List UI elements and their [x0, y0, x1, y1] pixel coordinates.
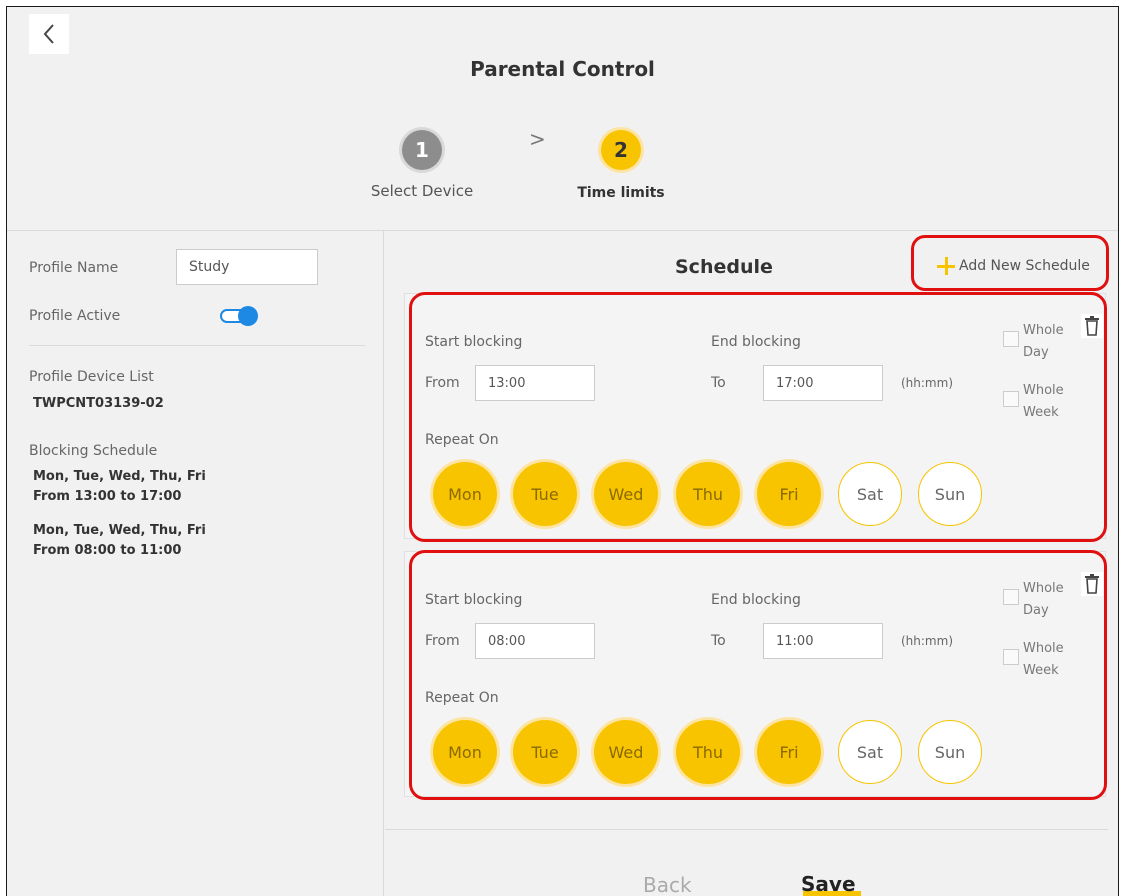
profile-name-input[interactable]: [176, 249, 318, 285]
whole-day-checkbox[interactable]: [1003, 331, 1019, 347]
day-mon[interactable]: Mon: [433, 720, 497, 784]
day-sun[interactable]: Sun: [918, 462, 982, 526]
footer-divider: [385, 829, 1108, 830]
time-format-hint: (hh:mm): [901, 376, 953, 390]
day-sat[interactable]: Sat: [838, 720, 902, 784]
repeat-on-label: Repeat On: [425, 690, 499, 706]
start-time-input[interactable]: [475, 365, 595, 401]
left-divider: [29, 345, 365, 346]
profile-active-label: Profile Active: [29, 308, 121, 324]
step-number: 2: [601, 130, 641, 170]
step-select-device: 1 Select Device: [352, 130, 492, 200]
blocking-schedule-label: Blocking Schedule: [29, 443, 158, 459]
day-tue[interactable]: Tue: [513, 720, 577, 784]
repeat-on-label: Repeat On: [425, 432, 499, 448]
chevron-left-icon: [43, 24, 54, 44]
whole-week-checkbox[interactable]: [1003, 649, 1019, 665]
end-time-input[interactable]: [763, 623, 883, 659]
day-wed[interactable]: Wed: [594, 720, 658, 784]
page-frame: Parental Control 1 Select Device > 2 Tim…: [6, 6, 1119, 896]
whole-week-label: Whole Week: [1023, 383, 1064, 420]
back-button[interactable]: Back: [643, 873, 692, 896]
whole-week-checkbox[interactable]: [1003, 391, 1019, 407]
day-fri[interactable]: Fri: [757, 720, 821, 784]
device-list-label: Profile Device List: [29, 369, 154, 385]
whole-day-checkbox[interactable]: [1003, 589, 1019, 605]
start-time-input[interactable]: [475, 623, 595, 659]
profile-active-toggle[interactable]: [218, 306, 258, 326]
day-sun[interactable]: Sun: [918, 720, 982, 784]
schedule-card: Start blocking From End blocking To (hh:…: [404, 293, 1106, 539]
add-new-schedule-label: Add New Schedule: [959, 258, 1090, 274]
end-blocking-label: End blocking: [711, 334, 801, 350]
day-mon[interactable]: Mon: [433, 462, 497, 526]
trash-icon: [1085, 316, 1099, 336]
step-label: Select Device: [370, 182, 474, 200]
day-thu[interactable]: Thu: [676, 720, 740, 784]
header-divider: [7, 230, 1118, 231]
end-blocking-label: End blocking: [711, 592, 801, 608]
to-label: To: [711, 633, 726, 649]
delete-schedule-button[interactable]: [1081, 314, 1103, 338]
from-label: From: [425, 633, 460, 649]
blocking-schedule-time: From 08:00 to 11:00: [33, 543, 182, 558]
day-thu[interactable]: Thu: [676, 462, 740, 526]
to-label: To: [711, 375, 726, 391]
page-title: Parental Control: [470, 57, 655, 81]
whole-day-label: Whole Day: [1023, 581, 1064, 618]
profile-name-label: Profile Name: [29, 260, 119, 276]
whole-day-label: Whole Day: [1023, 323, 1064, 360]
step-separator: >: [529, 127, 546, 151]
day-fri[interactable]: Fri: [757, 462, 821, 526]
add-new-schedule-button[interactable]: Add New Schedule: [937, 257, 1090, 275]
time-format-hint: (hh:mm): [901, 634, 953, 648]
schedule-card: Start blocking From End blocking To (hh:…: [404, 551, 1106, 797]
trash-icon: [1085, 574, 1099, 594]
back-chevron-button[interactable]: [29, 14, 69, 54]
step-time-limits: 2 Time limits: [551, 130, 691, 201]
blocking-schedule-days: Mon, Tue, Wed, Thu, Fri: [33, 523, 206, 538]
from-label: From: [425, 375, 460, 391]
save-button[interactable]: Save: [801, 872, 856, 896]
blocking-schedule-time: From 13:00 to 17:00: [33, 489, 182, 504]
whole-week-label: Whole Week: [1023, 641, 1064, 678]
day-tue[interactable]: Tue: [513, 462, 577, 526]
delete-schedule-button[interactable]: [1081, 572, 1103, 596]
schedule-title: Schedule: [675, 256, 773, 278]
start-blocking-label: Start blocking: [425, 334, 523, 350]
device-name: TWPCNT03139-02: [33, 396, 164, 411]
end-time-input[interactable]: [763, 365, 883, 401]
toggle-knob: [238, 306, 258, 326]
plus-icon: [937, 257, 955, 275]
start-blocking-label: Start blocking: [425, 592, 523, 608]
day-sat[interactable]: Sat: [838, 462, 902, 526]
step-label: Time limits: [577, 185, 665, 201]
step-number: 1: [402, 130, 442, 170]
panel-divider: [383, 231, 384, 896]
blocking-schedule-days: Mon, Tue, Wed, Thu, Fri: [33, 469, 206, 484]
day-wed[interactable]: Wed: [594, 462, 658, 526]
